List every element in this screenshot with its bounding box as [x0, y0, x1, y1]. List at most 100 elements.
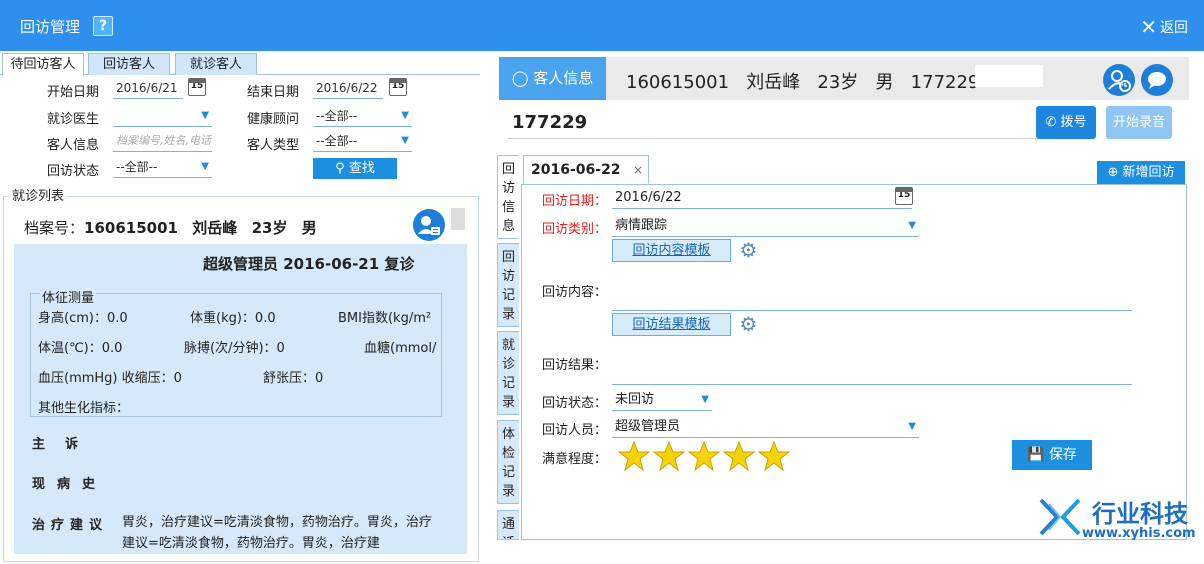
chief-complaint-label: 主诉 — [32, 437, 99, 452]
doctor-label: 就诊医生 — [47, 112, 100, 127]
calendar-icon[interactable]: 15 — [389, 78, 407, 96]
window-title: 回访管理 — [20, 18, 81, 36]
treatment-label: 治疗建议 — [32, 518, 109, 533]
search-button[interactable]: ⚲ 查找 — [313, 158, 397, 179]
tab-calls[interactable]: 通话 — [497, 510, 519, 540]
visit-content-input[interactable] — [612, 310, 1132, 311]
chevron-down-icon: ▼ — [201, 110, 209, 121]
date-tab[interactable]: 2016-06-22 × — [523, 155, 649, 184]
visit-category-value: 病情跟踪 — [615, 218, 668, 233]
consultant-select[interactable]: --全部-- ▼ — [313, 106, 412, 127]
visit-date-input[interactable]: 2016/6/22 — [612, 187, 912, 209]
visit-card-header[interactable]: 档案号：160615001 刘岳峰 23岁 男 — [14, 208, 466, 244]
back-button[interactable]: ✕ 返回 — [1140, 17, 1188, 37]
patient-card-icon[interactable] — [413, 209, 445, 241]
consultant-label: 健康顾问 — [247, 112, 300, 127]
height-value: 身高(cm)：0.0 — [38, 311, 128, 326]
gear-icon[interactable]: ⚙ — [738, 314, 759, 335]
record-label: 档案号： — [24, 219, 85, 237]
content-template-button[interactable]: 回访内容模板 — [612, 239, 731, 262]
customer-phone: 177229 — [910, 72, 980, 93]
logo-url: www.xyhis.com — [1082, 526, 1196, 541]
start-recording-button[interactable]: 开始录音 — [1106, 106, 1172, 139]
visit-status-value: 未回访 — [615, 392, 655, 407]
tab-treated[interactable]: 就诊客人 — [175, 53, 257, 75]
phone-input[interactable]: 177229 — [508, 106, 1036, 139]
status-select[interactable]: --全部-- ▼ — [113, 157, 212, 178]
visit-summary: 超级管理员 2016-06-21 复诊 — [203, 255, 415, 273]
gear-icon[interactable]: ⚙ — [738, 240, 759, 261]
customer-type-label: 客人类型 — [247, 138, 300, 153]
close-icon: ✕ — [1140, 15, 1157, 39]
visit-staff-label: 回访人员： — [542, 423, 608, 438]
customer-summary: 160615001 刘岳峰 23岁 男 177229 — [626, 68, 979, 94]
visit-status-label: 回访状态： — [542, 396, 608, 411]
dial-button[interactable]: ✆ 拨号 — [1036, 106, 1096, 139]
add-visit-label: 新增回访 — [1122, 165, 1175, 180]
bp-systolic-value: 血压(mmHg) 收缩压：0 — [38, 371, 182, 386]
title-bar: 回访管理 ? ✕ 返回 — [0, 0, 1204, 51]
chevron-down-icon: ▼ — [201, 161, 209, 172]
scrollbar[interactable] — [451, 208, 465, 230]
glucose-value: 血糖(mmol/ — [364, 341, 437, 356]
customer-info-label: 客人信息 — [533, 69, 594, 87]
visit-result-input[interactable] — [612, 384, 1132, 385]
satisfaction-label: 满意程度： — [542, 452, 608, 467]
customer-age: 23岁 — [817, 72, 859, 93]
chevron-down-icon: ▼ — [401, 110, 409, 121]
start-date-label: 开始日期 — [47, 85, 100, 100]
bmi-value: BMI指数(kg/m² — [338, 311, 432, 326]
bp-diastolic-value: 舒张压：0 — [263, 371, 324, 386]
other-indicators-label: 其他生化指标： — [38, 401, 130, 416]
user-clock-icon[interactable] — [1103, 64, 1135, 96]
customer-info-button[interactable]: ◯ 客人信息 — [499, 57, 606, 100]
tab-visit-info[interactable]: 回访信息 — [497, 155, 519, 239]
visit-content-label: 回访内容： — [542, 285, 608, 300]
status-label: 回访状态 — [47, 164, 100, 179]
satisfaction-rating[interactable] — [618, 440, 790, 472]
customer-type-select[interactable]: --全部-- ▼ — [313, 131, 412, 152]
customer-name: 刘岳峰 — [746, 72, 801, 93]
visit-staff-value: 超级管理员 — [615, 419, 681, 434]
company-logo: 行业科技 www.xyhis.com — [1037, 494, 1202, 544]
visit-status-select[interactable]: 未回访 ▼ — [612, 389, 712, 411]
calendar-icon[interactable]: 15 — [895, 187, 913, 205]
customer-search-input[interactable]: 档案编号,姓名,电话 — [113, 131, 212, 152]
tab-pending-visit[interactable]: 待回访客人 — [2, 53, 84, 76]
save-button[interactable]: 💾 保存 — [1012, 440, 1092, 470]
tab-visit-records[interactable]: 回访记录 — [497, 243, 519, 327]
save-label: 保存 — [1048, 447, 1077, 463]
temperature-value: 体温(℃)：0.0 — [38, 341, 123, 356]
star-icon[interactable] — [723, 440, 755, 472]
end-date-input[interactable]: 2016/6/22 — [313, 78, 383, 99]
star-icon[interactable] — [758, 440, 790, 472]
star-icon[interactable] — [618, 440, 650, 472]
chat-icon[interactable] — [1141, 64, 1173, 96]
star-icon[interactable] — [653, 440, 685, 472]
close-icon[interactable]: × — [633, 156, 643, 184]
tab-treatment-records[interactable]: 就诊记录 — [497, 331, 519, 415]
calendar-icon[interactable]: 15 — [188, 78, 206, 96]
visit-category-label: 回访类别： — [542, 222, 608, 237]
visit-category-select[interactable]: 病情跟踪 ▼ — [612, 215, 919, 237]
star-icon[interactable] — [688, 440, 720, 472]
chevron-down-icon: ▼ — [701, 394, 709, 405]
result-template-button[interactable]: 回访结果模板 — [612, 313, 731, 336]
visit-staff-select[interactable]: 超级管理员 ▼ — [612, 416, 919, 438]
consultant-value: --全部-- — [316, 109, 358, 123]
back-label: 返回 — [1160, 20, 1188, 36]
tab-checkup-records[interactable]: 体检记录 — [497, 420, 519, 504]
tab-visited[interactable]: 回访客人 — [88, 53, 170, 75]
end-date-label: 结束日期 — [247, 85, 300, 100]
search-label: 查找 — [348, 161, 375, 176]
visit-date-label: 回访日期： — [542, 194, 608, 209]
customer-label: 客人信息 — [47, 138, 100, 153]
record-summary: 档案号：160615001 刘岳峰 23岁 男 — [24, 217, 317, 238]
user-icon: ◯ — [511, 69, 529, 87]
help-icon[interactable]: ? — [93, 16, 113, 36]
logo-icon — [1039, 498, 1081, 536]
add-visit-button[interactable]: ⊕ 新增回访 — [1097, 161, 1185, 184]
doctor-select[interactable]: ▼ — [113, 106, 212, 127]
start-date-input[interactable]: 2016/6/21 — [113, 78, 183, 99]
logo-name: 行业科技 — [1092, 500, 1188, 528]
